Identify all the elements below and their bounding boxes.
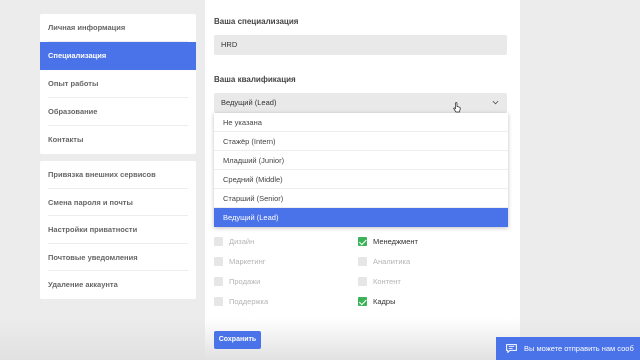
skill-checkbox-marketing[interactable]: Маркетинг xyxy=(214,257,265,266)
skill-checkbox-analytics[interactable]: Аналитика xyxy=(358,257,410,266)
skill-label: Менеджмент xyxy=(373,237,418,246)
skill-checkbox-management[interactable]: Менеджмент xyxy=(358,237,418,246)
sidebar-item-delete-account[interactable]: Удаление аккаунта xyxy=(48,271,188,299)
chat-text: Вы можете отправить нам сооб xyxy=(524,344,634,353)
option-lead[interactable]: Ведущий (Lead) xyxy=(214,208,508,227)
checkmark-icon xyxy=(358,297,367,306)
sidebar-item-privacy[interactable]: Настройки приватности xyxy=(48,216,188,244)
hand-cursor-icon xyxy=(453,102,461,113)
save-button[interactable]: Сохранить xyxy=(214,331,261,349)
skill-label: Аналитика xyxy=(373,257,411,266)
skill-checkbox-design[interactable]: Дизайн xyxy=(214,237,254,246)
option-middle[interactable]: Средний (Middle) xyxy=(214,170,508,189)
account-nav: Привязка внешних сервисов Смена пароля и… xyxy=(40,161,196,299)
checkbox-icon xyxy=(358,257,367,266)
skill-checkbox-content[interactable]: Контент xyxy=(358,277,401,286)
skill-label: Дизайн xyxy=(229,237,255,246)
sidebar-item-password-email[interactable]: Смена пароля и почты xyxy=(48,189,188,217)
qualification-select[interactable]: Ведущий (Lead) xyxy=(214,93,507,113)
qualification-select-value: Ведущий (Lead) xyxy=(221,98,277,107)
skill-checkbox-sales[interactable]: Продажи xyxy=(214,277,260,286)
sidebar-item-education[interactable]: Образование xyxy=(48,98,188,126)
chat-widget[interactable]: Вы можете отправить нам сооб xyxy=(496,337,640,360)
qualification-dropdown: Не указана Стажёр (Intern) Младший (Juni… xyxy=(214,113,508,227)
sidebar-item-contacts[interactable]: Контакты xyxy=(48,126,188,154)
sidebar-item-external-services[interactable]: Привязка внешних сервисов xyxy=(48,161,188,189)
checkmark-icon xyxy=(358,237,367,246)
sidebar-item-specialization[interactable]: Специализация xyxy=(40,42,196,70)
specialization-label: Ваша специализация xyxy=(214,17,299,26)
main-panel: Ваша специализация HRD Ваша квалификация… xyxy=(205,0,520,360)
checkbox-icon xyxy=(214,277,223,286)
qualification-label: Ваша квалификация xyxy=(214,75,296,84)
sidebar-item-personal-info[interactable]: Личная информация xyxy=(48,14,188,42)
option-intern[interactable]: Стажёр (Intern) xyxy=(214,132,508,151)
skill-label: Контент xyxy=(373,277,401,286)
checkbox-icon xyxy=(214,297,223,306)
checkbox-icon xyxy=(358,277,367,286)
checkbox-icon xyxy=(214,237,223,246)
option-not-specified[interactable]: Не указана xyxy=(214,113,508,132)
chat-bubble-icon xyxy=(506,344,517,353)
skill-label: Маркетинг xyxy=(229,257,266,266)
profile-nav: Личная информация Специализация Опыт раб… xyxy=(40,14,196,154)
skill-label: Продажи xyxy=(229,277,261,286)
checkbox-icon xyxy=(214,257,223,266)
skill-checkbox-support[interactable]: Поддержка xyxy=(214,297,268,306)
sidebar-item-experience[interactable]: Опыт работы xyxy=(48,70,188,98)
skill-checkbox-hr[interactable]: Кадры xyxy=(358,297,395,306)
option-junior[interactable]: Младший (Junior) xyxy=(214,151,508,170)
skill-label: Поддержка xyxy=(229,297,269,306)
specialization-field[interactable]: HRD xyxy=(214,35,507,55)
skill-label: Кадры xyxy=(373,297,396,306)
sidebar-item-email-notifications[interactable]: Почтовые уведомления xyxy=(48,244,188,272)
option-senior[interactable]: Старший (Senior) xyxy=(214,189,508,208)
chevron-down-icon xyxy=(492,100,499,105)
